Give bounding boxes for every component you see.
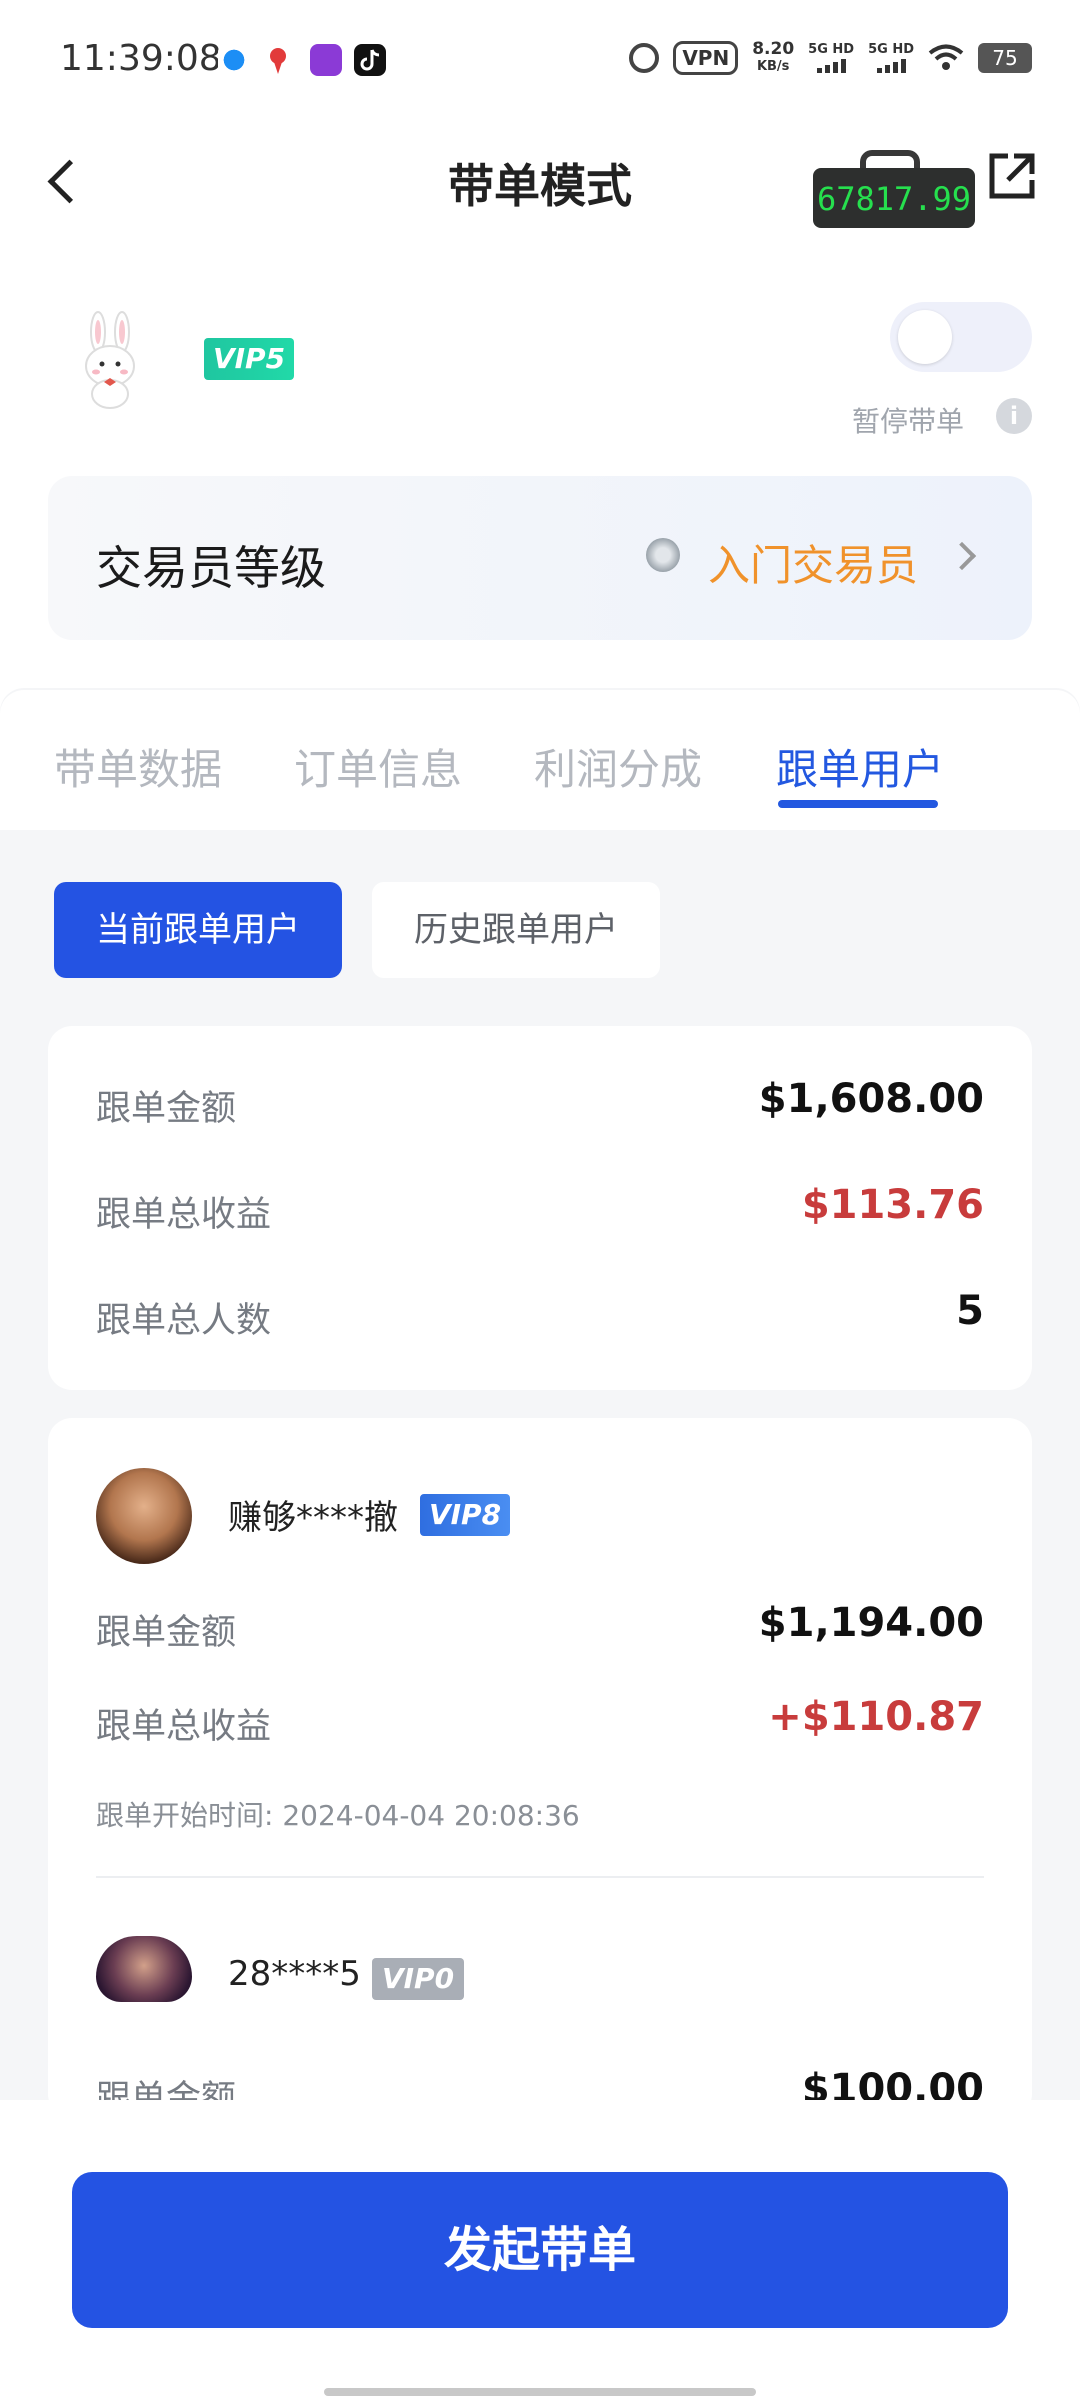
trader-level-value: 入门交易员 [708, 541, 919, 590]
summary-card: 跟单金额 $1,608.00 跟单总收益 $113.76 跟单总人数 5 [48, 1026, 1032, 1390]
vpn-badge: VPN [673, 41, 739, 75]
tab-copy-data[interactable]: 带单数据 [54, 736, 222, 797]
follower-profit-label: 跟单总收益 [96, 1707, 272, 1747]
summary-amount-row: 跟单金额 $1,608.00 [96, 1076, 984, 1140]
tab-order-info[interactable]: 订单信息 [294, 736, 462, 797]
content-area: 当前跟单用户 历史跟单用户 跟单金额 $1,608.00 跟单总收益 $113.… [0, 830, 1080, 2119]
divider [96, 1876, 984, 1878]
follower-amount-label: 跟单金额 [96, 1613, 237, 1653]
follower-profit-row: 跟单总收益 +$110.87 [96, 1694, 984, 1758]
active-tab-indicator [778, 800, 938, 808]
pause-label: 暂停带单 [852, 405, 965, 438]
vip-badge: VIP5 [204, 338, 294, 380]
summary-amount-value: $1,608.00 [758, 1076, 984, 1122]
rabbit-avatar [85, 311, 135, 409]
hotel-app-icon [310, 44, 342, 76]
tab-bar: 带单数据 订单信息 利润分成 跟单用户 [0, 690, 1080, 830]
summary-profit-label: 跟单总收益 [96, 1195, 272, 1235]
wifi-icon [928, 44, 964, 70]
medal-icon [646, 538, 680, 572]
summary-profit-row: 跟单总收益 $113.76 [96, 1182, 984, 1246]
status-right: VPN 8.20 KB/s 5G HD 5G HD 75 [629, 40, 1032, 76]
follower-list-card: 赚够****撤 VIP8 跟单金额 $1,194.00 跟单总收益 +$110.… [48, 1418, 1032, 2119]
tiktok-app-icon [354, 44, 386, 76]
summary-amount-label: 跟单金额 [96, 1089, 237, 1129]
follower-name: 赚够****撤 [228, 1498, 398, 1538]
follower-amount-row: 跟单金额 $1,194.00 [96, 1600, 984, 1664]
follower-vip-badge: VIP8 [420, 1494, 510, 1536]
pause-toggle[interactable] [890, 302, 1032, 372]
follower-vip-badge: VIP0 [372, 1958, 464, 2000]
trader-level-label: 交易员等级 [96, 541, 326, 595]
browser-app-icon [218, 44, 250, 76]
follower-name: 28****5 [228, 1954, 361, 1994]
network-speed: 8.20 KB/s [752, 40, 794, 76]
follower-amount-value: $1,194.00 [758, 1600, 984, 1646]
tab-followers[interactable]: 跟单用户 [776, 736, 944, 797]
follower-profit-value: +$110.87 [768, 1694, 984, 1740]
tab-profit-share[interactable]: 利润分成 [534, 736, 702, 797]
sim1-label: 5G HD [808, 42, 855, 57]
price-badge: 67817.99 [813, 168, 975, 228]
signal-2: 5G HD [868, 43, 914, 73]
sim2-label: 5G HD [868, 42, 914, 57]
alarm-icon [629, 43, 660, 73]
follower-avatar[interactable] [96, 1468, 192, 1564]
subtab-current-followers[interactable]: 当前跟单用户 [54, 882, 342, 978]
summary-count-row: 跟单总人数 5 [96, 1288, 984, 1352]
toggle-knob [898, 310, 952, 364]
summary-profit-value: $113.76 [801, 1182, 984, 1228]
start-copy-trading-button[interactable]: 发起带单 [72, 2172, 1008, 2328]
signal-bars-icon [868, 57, 914, 73]
share-icon[interactable] [984, 148, 1040, 204]
map-pin-app-icon [262, 44, 294, 76]
bottom-bar: 发起带单 [0, 2100, 1080, 2400]
follower-avatar[interactable] [96, 1936, 192, 2002]
summary-count-value: 5 [956, 1288, 984, 1334]
subtab-history-followers[interactable]: 历史跟单用户 [372, 882, 660, 978]
status-bar: 11:39:08 VPN 8.20 KB/s 5G HD 5G HD 75 [0, 0, 1080, 120]
signal-bars-icon [808, 57, 854, 73]
summary-count-label: 跟单总人数 [96, 1301, 272, 1341]
home-indicator[interactable] [324, 2388, 756, 2396]
status-time: 11:39:08 [60, 38, 222, 79]
battery-indicator: 75 [978, 43, 1032, 73]
speed-value: 8.20 [752, 39, 795, 59]
signal-1: 5G HD [808, 43, 854, 73]
chevron-right-icon [947, 541, 977, 571]
follower-start-time: 跟单开始时间: 2024-04-04 20:08:36 [96, 1799, 580, 1832]
speed-unit: KB/s [756, 59, 790, 74]
info-icon[interactable]: i [996, 398, 1032, 434]
trader-level-card[interactable]: 交易员等级 入门交易员 [48, 476, 1032, 640]
